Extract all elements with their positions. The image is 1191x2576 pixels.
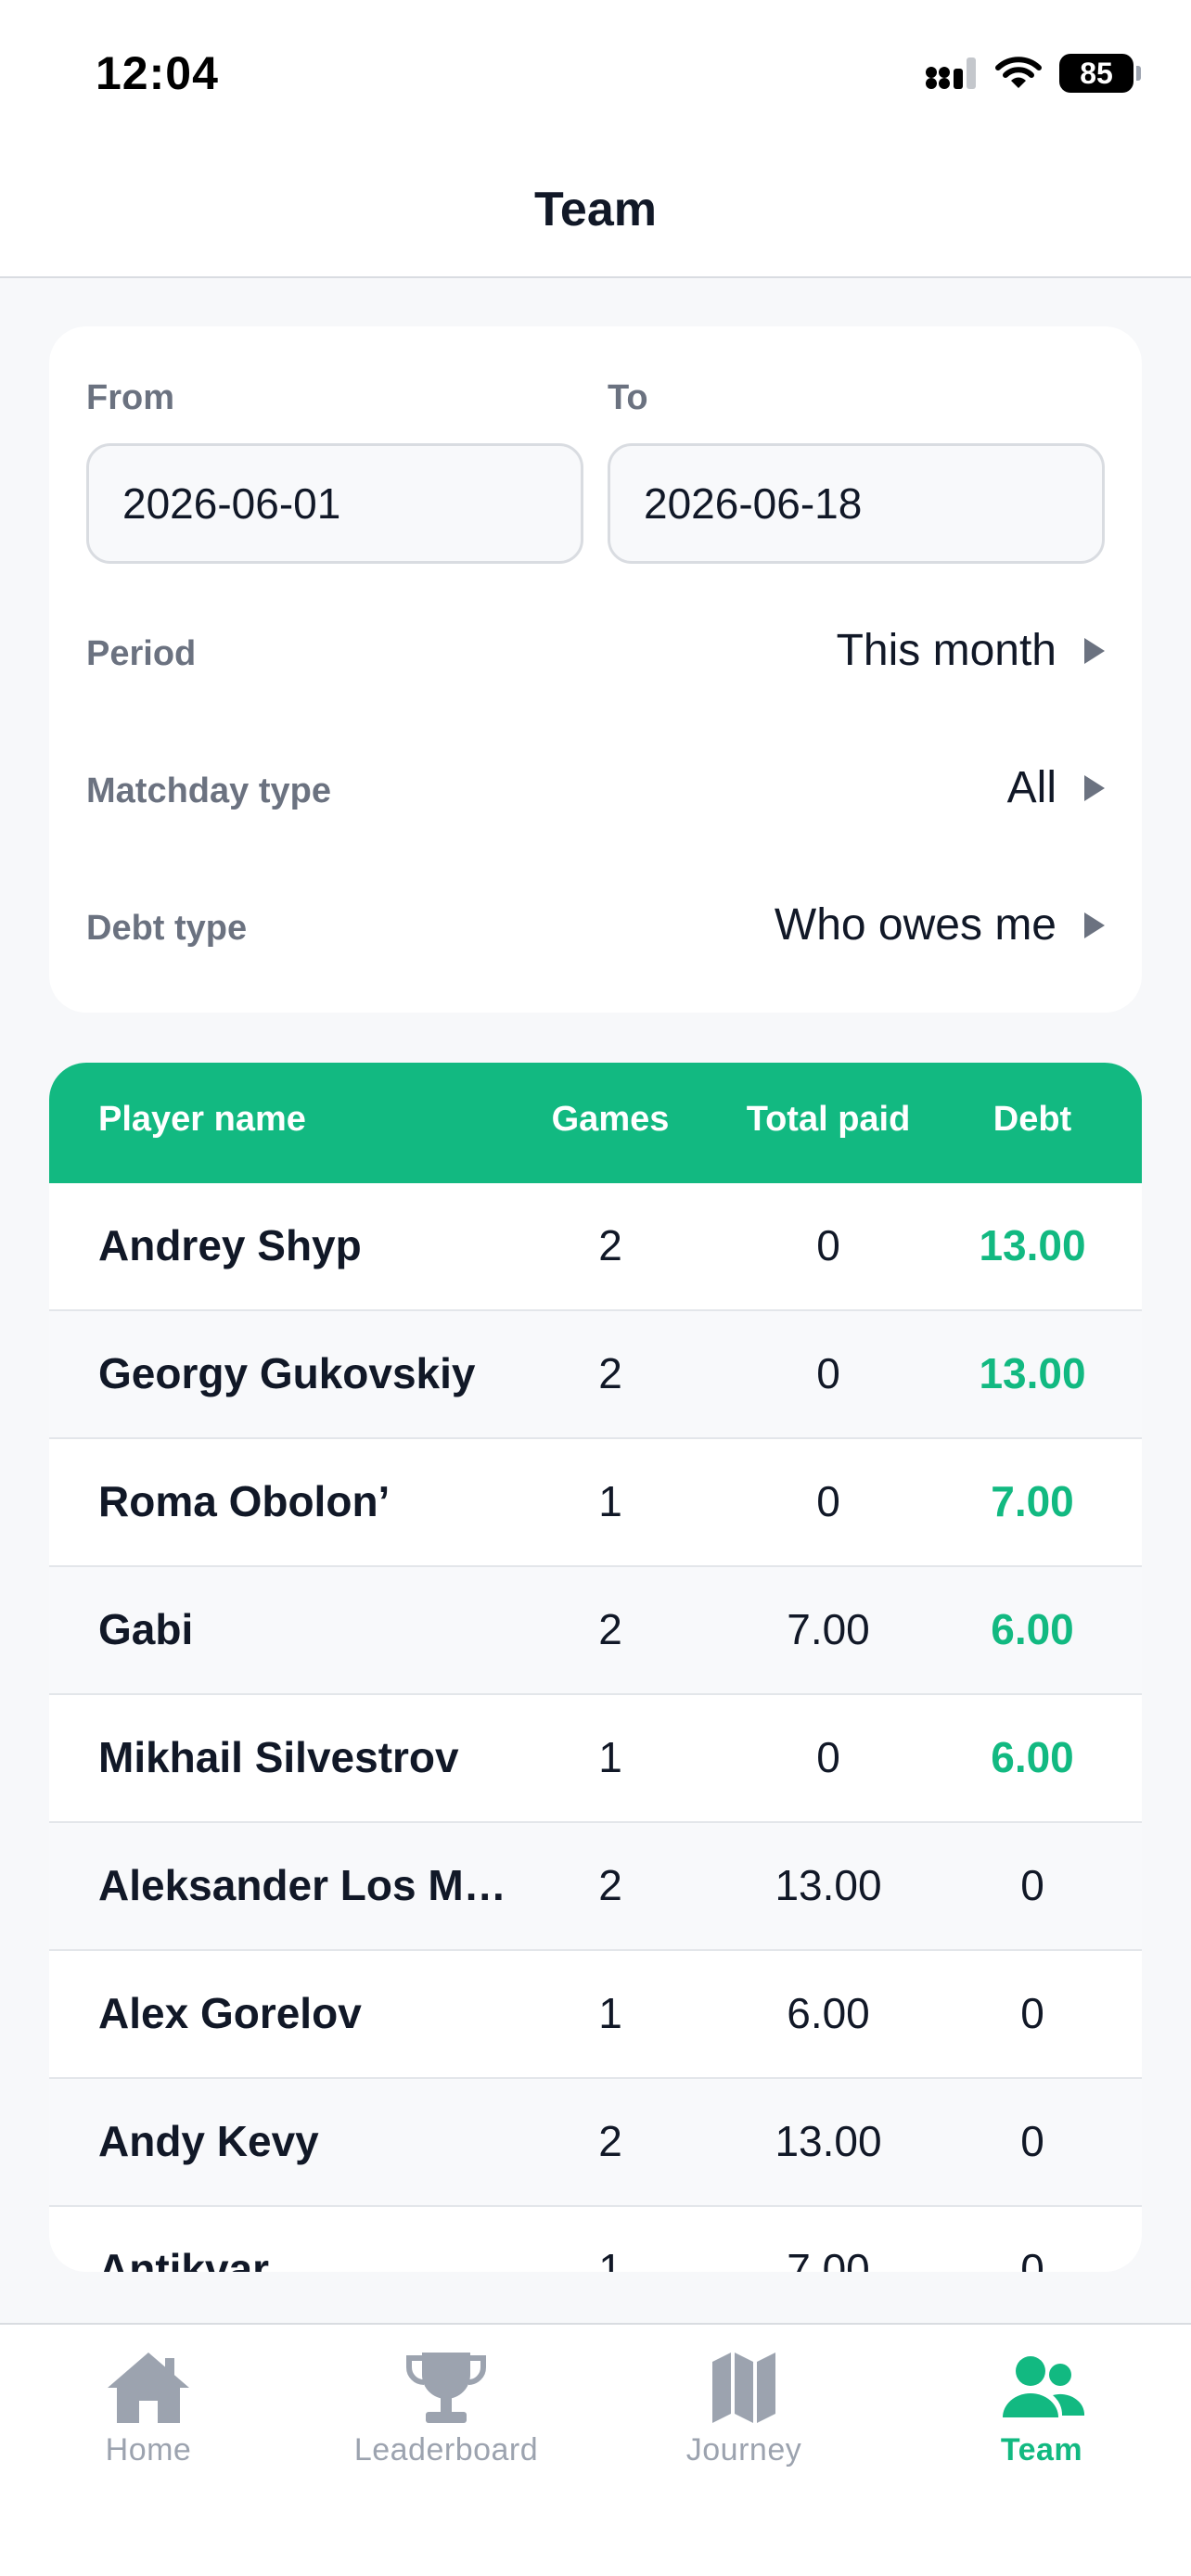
debt-type-label: Debt type <box>86 909 248 948</box>
debt-cell: 0 <box>1020 2117 1044 2165</box>
tab-home[interactable]: Home <box>0 2347 297 2486</box>
table-header: Player name Games Total paid Debt <box>49 1063 1142 1183</box>
wifi-icon <box>995 57 1042 88</box>
games-cell: 2 <box>598 1605 622 1653</box>
tab-leaderboard-label: Leaderboard <box>353 2432 539 2468</box>
filters-card: From To Period This month Matchday type … <box>49 326 1142 1013</box>
tab-home-label: Home <box>105 2432 192 2468</box>
debt-value-wrap: Who owes me <box>775 899 1105 950</box>
disclosure-triangle-icon <box>1084 637 1105 664</box>
total-paid-cell: 7.00 <box>787 2245 870 2272</box>
player-name-cell: Antikvar <box>98 2245 270 2272</box>
total-paid-cell: 6.00 <box>787 1989 870 2037</box>
to-date-input[interactable] <box>608 443 1105 564</box>
debt-cell: 0 <box>1020 1861 1044 1909</box>
cellular-signal-icon <box>926 57 976 89</box>
games-cell: 1 <box>598 1989 622 2037</box>
player-name-cell: Roma Obolon’ <box>98 1477 391 1525</box>
tab-bar: Home Leaderboard Journey Team <box>0 2323 1191 2576</box>
page-title: Team <box>534 183 657 236</box>
player-name-cell: Gabi <box>98 1605 194 1653</box>
disclosure-triangle-icon <box>1084 912 1105 938</box>
status-icons: 85 <box>924 52 1141 95</box>
total-paid-cell: 7.00 <box>787 1605 870 1653</box>
period-selector[interactable]: Period This month <box>49 597 1142 708</box>
total-paid-cell: 0 <box>816 1733 840 1781</box>
games-cell: 1 <box>598 1477 622 1525</box>
table-body: Andrey Shyp 2 0 13.00 Georgy Gukovskiy 2 0 13.0… <box>49 1183 1142 2272</box>
player-name-cell: Alex Gorelov <box>98 1989 362 2037</box>
debt-table: Player name Games Total paid Debt Andrey… <box>49 1063 1142 2272</box>
table-row[interactable]: Roma Obolon’ 1 0 7.00 <box>49 1439 1142 1567</box>
column-header-total-paid[interactable]: Total paid <box>736 1100 921 1140</box>
tab-journey[interactable]: Journey <box>596 2347 892 2486</box>
tab-leaderboard[interactable]: Leaderboard <box>298 2347 595 2486</box>
column-header-debt[interactable]: Debt <box>940 1100 1125 1140</box>
team-screen: 12:04 85 Team From To 2026-06-01 2026-06… <box>0 0 1191 2576</box>
home-icon <box>108 2353 189 2423</box>
games-cell: 2 <box>598 1861 622 1909</box>
status-time: 12:04 <box>96 47 219 99</box>
debt-cell: 0 <box>1020 2245 1044 2272</box>
total-paid-cell: 0 <box>816 1349 840 1397</box>
player-name-cell: Mikhail Silvestrov <box>98 1733 459 1781</box>
total-paid-cell: 0 <box>816 1477 840 1525</box>
battery-indicator: 85 <box>1059 54 1141 93</box>
battery-level: 85 <box>1080 56 1113 90</box>
table-row[interactable]: Antikvar 1 7.00 0 <box>49 2207 1142 2272</box>
matchday-type-selector[interactable]: Matchday type All <box>49 734 1142 846</box>
nav-header: Team <box>0 148 1191 278</box>
period-value-wrap: This month <box>837 625 1105 676</box>
matchday-type-value: All <box>1006 763 1057 812</box>
period-value: This month <box>836 626 1057 675</box>
debt-cell: 6.00 <box>991 1605 1074 1653</box>
table-row[interactable]: Georgy Gukovskiy 2 0 13.00 <box>49 1311 1142 1439</box>
debt-cell: 7.00 <box>991 1477 1074 1525</box>
debt-cell: 13.00 <box>979 1221 1086 1269</box>
disclosure-triangle-icon <box>1084 774 1105 801</box>
total-paid-cell: 0 <box>816 1221 840 1269</box>
table-row[interactable]: Andrey Shyp 2 0 13.00 <box>49 1183 1142 1311</box>
from-label: From <box>86 378 174 417</box>
debt-type-value: Who owes me <box>774 900 1057 950</box>
games-cell: 2 <box>598 1349 622 1397</box>
games-cell: 1 <box>598 2245 622 2272</box>
trophy-icon <box>406 2353 486 2423</box>
player-name-cell: Aleksander Los Molinos <box>98 1861 516 1909</box>
table-row[interactable]: Aleksander Los Molinos 2 13.00 0 <box>49 1823 1142 1951</box>
tab-journey-label: Journey <box>685 2432 802 2468</box>
matchday-value-wrap: All <box>1007 762 1105 813</box>
tab-team[interactable]: Team <box>893 2347 1190 2486</box>
debt-type-selector[interactable]: Debt type Who owes me <box>49 872 1142 983</box>
matchday-type-label: Matchday type <box>86 772 331 810</box>
games-cell: 1 <box>598 1733 622 1781</box>
tab-team-label: Team <box>1000 2432 1083 2468</box>
status-bar: 12:04 85 <box>0 0 1191 148</box>
column-header-player-name[interactable]: Player name <box>98 1100 306 1140</box>
period-label: Period <box>86 634 197 673</box>
map-icon <box>712 2353 775 2423</box>
debt-cell: 0 <box>1020 1989 1044 2037</box>
team-icon <box>1003 2356 1085 2417</box>
to-label: To <box>608 378 648 417</box>
debt-cell: 13.00 <box>979 1349 1086 1397</box>
games-cell: 2 <box>598 1221 622 1269</box>
player-name-cell: Andy Kevy <box>98 2117 319 2165</box>
debt-cell: 6.00 <box>991 1733 1074 1781</box>
table-row[interactable]: Mikhail Silvestrov 1 0 6.00 <box>49 1695 1142 1823</box>
table-row[interactable]: Alex Gorelov 1 6.00 0 <box>49 1951 1142 2079</box>
from-date-input[interactable] <box>86 443 583 564</box>
total-paid-cell: 13.00 <box>775 2117 882 2165</box>
table-row[interactable]: Andy Kevy 2 13.00 0 <box>49 2079 1142 2207</box>
table-row[interactable]: Gabi 2 7.00 6.00 <box>49 1567 1142 1695</box>
games-cell: 2 <box>598 2117 622 2165</box>
column-header-games[interactable]: Games <box>541 1100 680 1140</box>
player-name-cell: Georgy Gukovskiy <box>98 1349 476 1397</box>
total-paid-cell: 13.00 <box>775 1861 882 1909</box>
player-name-cell: Andrey Shyp <box>98 1221 362 1269</box>
